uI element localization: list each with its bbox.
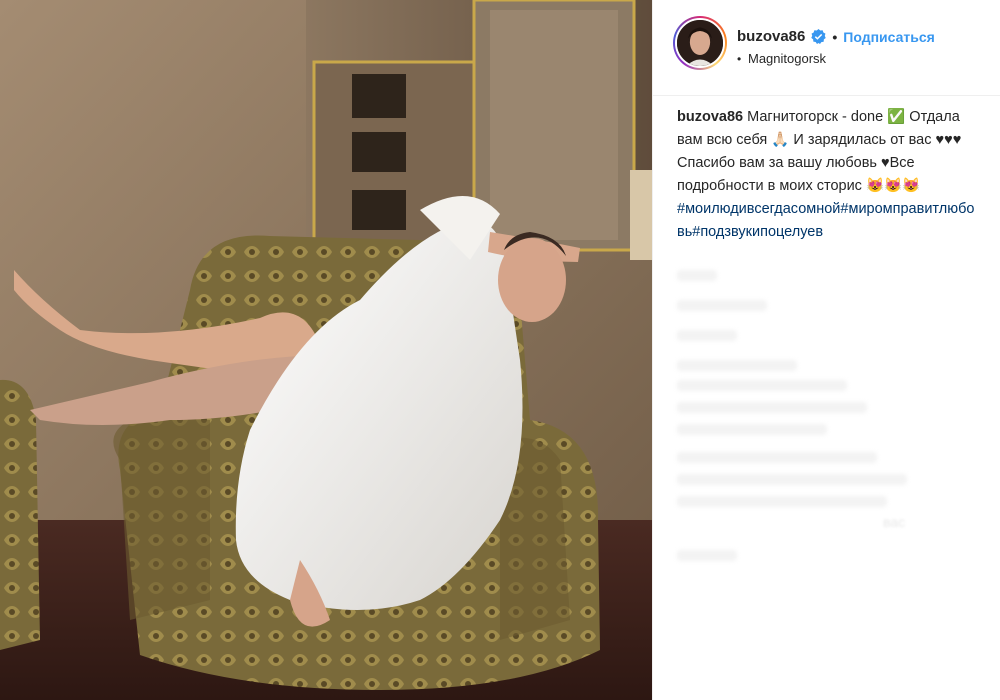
- instagram-post-window: buzova86 • Подписаться • Magnitogorsk bu…: [0, 0, 1000, 700]
- blurred-line: [677, 550, 737, 561]
- post-photo[interactable]: [0, 0, 652, 700]
- blurred-line: [677, 452, 877, 463]
- post-caption: buzova86 Магнитогорск - done ✅ Отдала вам…: [677, 106, 977, 244]
- avatar-story-ring[interactable]: [673, 16, 727, 70]
- blurred-line: [677, 402, 867, 413]
- user-line: buzova86 • Подписаться: [737, 28, 935, 45]
- blurred-line: [677, 300, 767, 311]
- avatar-image: [677, 20, 723, 66]
- location-separator: •: [737, 52, 742, 66]
- blurred-line: [677, 424, 827, 435]
- caption-username[interactable]: buzova86: [677, 109, 743, 125]
- blurred-line: [677, 360, 797, 371]
- caption-hashtags[interactable]: #моилюдивсегдасомной#миромправитлюбовь#п…: [677, 201, 974, 240]
- blurred-line: [677, 330, 737, 341]
- blurred-line: [677, 474, 907, 485]
- header-separator: •: [832, 28, 838, 45]
- verified-badge-icon: [811, 29, 827, 44]
- blurred-line: [677, 270, 717, 281]
- avatar[interactable]: [675, 18, 725, 68]
- blurred-comment-word: вас: [883, 514, 906, 530]
- blurred-line: [677, 496, 887, 507]
- post-header: buzova86 • Подписаться • Magnitogorsk: [653, 0, 1000, 96]
- username[interactable]: buzova86: [737, 28, 805, 45]
- blurred-comments-area: вас: [677, 260, 977, 580]
- blurred-line: [677, 380, 847, 391]
- post-side-panel: buzova86 • Подписаться • Magnitogorsk bu…: [652, 0, 1000, 700]
- follow-button[interactable]: Подписаться: [843, 29, 935, 45]
- photo-illustration: [0, 0, 652, 700]
- location-link[interactable]: Magnitogorsk: [748, 51, 826, 66]
